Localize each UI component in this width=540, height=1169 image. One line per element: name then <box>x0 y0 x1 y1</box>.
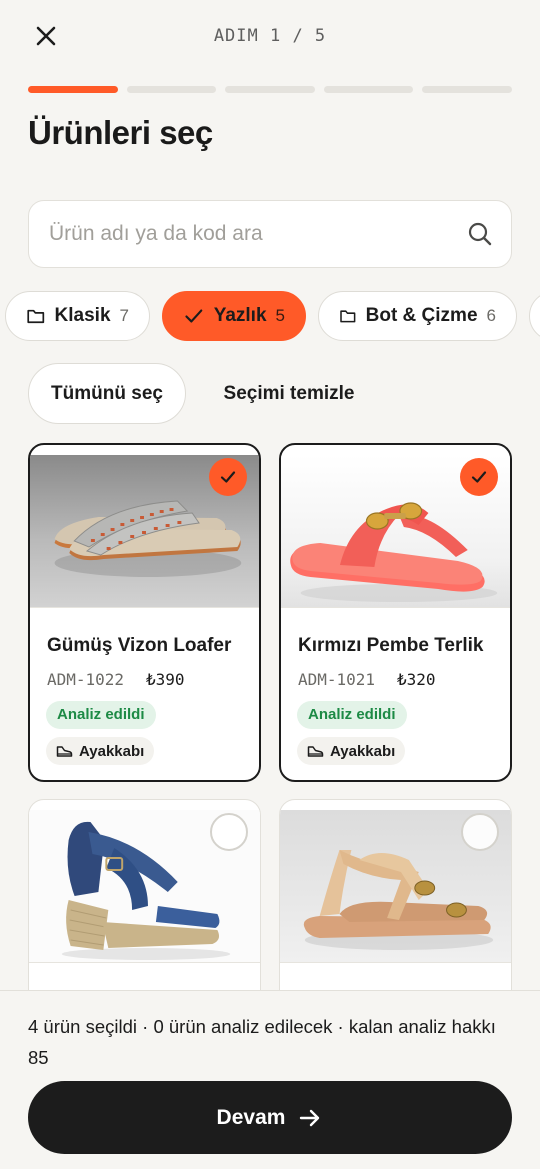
folder-icon <box>340 310 356 323</box>
type-label: Ayakkabı <box>330 742 396 760</box>
progress-segment-2 <box>126 86 217 93</box>
search-input[interactable] <box>49 201 449 267</box>
category-count: 7 <box>119 306 129 325</box>
selection-summary: 4 ürün seçildi · 0 ürün analiz edilecek … <box>28 1016 496 1068</box>
top-bar: ADIM 1 / 5 <box>0 0 540 72</box>
continue-label: Devam <box>216 1105 286 1129</box>
select-all-button[interactable]: Tümünü seç <box>28 363 186 424</box>
footer-panel: 4 ürün seçildi · 0 ürün analiz edilecek … <box>0 990 540 1169</box>
status-badge: Analiz edildi <box>297 701 407 729</box>
product-code: ADM-1021 <box>298 670 376 689</box>
category-label: Yazlık <box>213 305 267 326</box>
category-chip-more[interactable] <box>529 291 540 341</box>
card-divider <box>29 962 260 963</box>
arrow-right-icon <box>300 1109 320 1126</box>
card-divider <box>30 607 259 608</box>
type-badge: Ayakkabı <box>46 737 155 765</box>
progress-segment-5 <box>422 86 512 93</box>
card-divider <box>281 607 510 608</box>
product-name: Kırmızı Pembe Terlik <box>298 635 484 656</box>
continue-button[interactable]: Devam <box>28 1081 512 1154</box>
product-price: ₺320 <box>397 670 436 689</box>
product-card[interactable]: Gümüş Vizon Loafer ADM-1022 ₺390 Analiz … <box>28 443 261 782</box>
category-count: 5 <box>275 306 285 325</box>
search-icon[interactable] <box>467 221 493 247</box>
category-filter-row: Klasik 7 Yazlık 5 Bot & Çizme 6 <box>0 291 540 341</box>
unselected-check-icon[interactable] <box>461 813 499 851</box>
shoe-icon <box>56 745 73 757</box>
shoe-icon <box>307 745 324 757</box>
product-card[interactable]: Kırmızı Pembe Terlik ADM-1021 ₺320 Anali… <box>279 443 512 782</box>
unselected-check-icon[interactable] <box>210 813 248 851</box>
category-count: 6 <box>486 306 496 325</box>
progress-segment-1 <box>28 86 118 93</box>
status-badge: Analiz edildi <box>46 701 156 729</box>
product-price: ₺390 <box>146 670 185 689</box>
selected-check-icon[interactable] <box>209 458 247 496</box>
product-code: ADM-1022 <box>47 670 125 689</box>
type-badge: Ayakkabı <box>297 737 406 765</box>
category-chip-yazlik[interactable]: Yazlık 5 <box>162 291 306 341</box>
category-chip-klasik[interactable]: Klasik 7 <box>5 291 150 341</box>
product-name: Gümüş Vizon Loafer <box>47 635 232 656</box>
selected-check-icon[interactable] <box>460 458 498 496</box>
folder-icon <box>27 309 45 324</box>
progress-segment-4 <box>323 86 414 93</box>
category-chip-bot-cizme[interactable]: Bot & Çizme 6 <box>318 291 517 341</box>
category-label: Bot & Çizme <box>365 305 478 326</box>
search-box <box>28 200 512 268</box>
progress-bar <box>28 86 512 93</box>
category-label: Klasik <box>54 305 111 326</box>
step-indicator: ADIM 1 / 5 <box>213 26 327 46</box>
clear-selection-button[interactable]: Seçimi temizle <box>204 363 374 424</box>
progress-segment-3 <box>225 86 315 93</box>
card-divider <box>280 962 511 963</box>
type-label: Ayakkabı <box>79 742 145 760</box>
page-title: Ürünleri seç <box>28 114 213 151</box>
check-icon <box>185 309 203 323</box>
